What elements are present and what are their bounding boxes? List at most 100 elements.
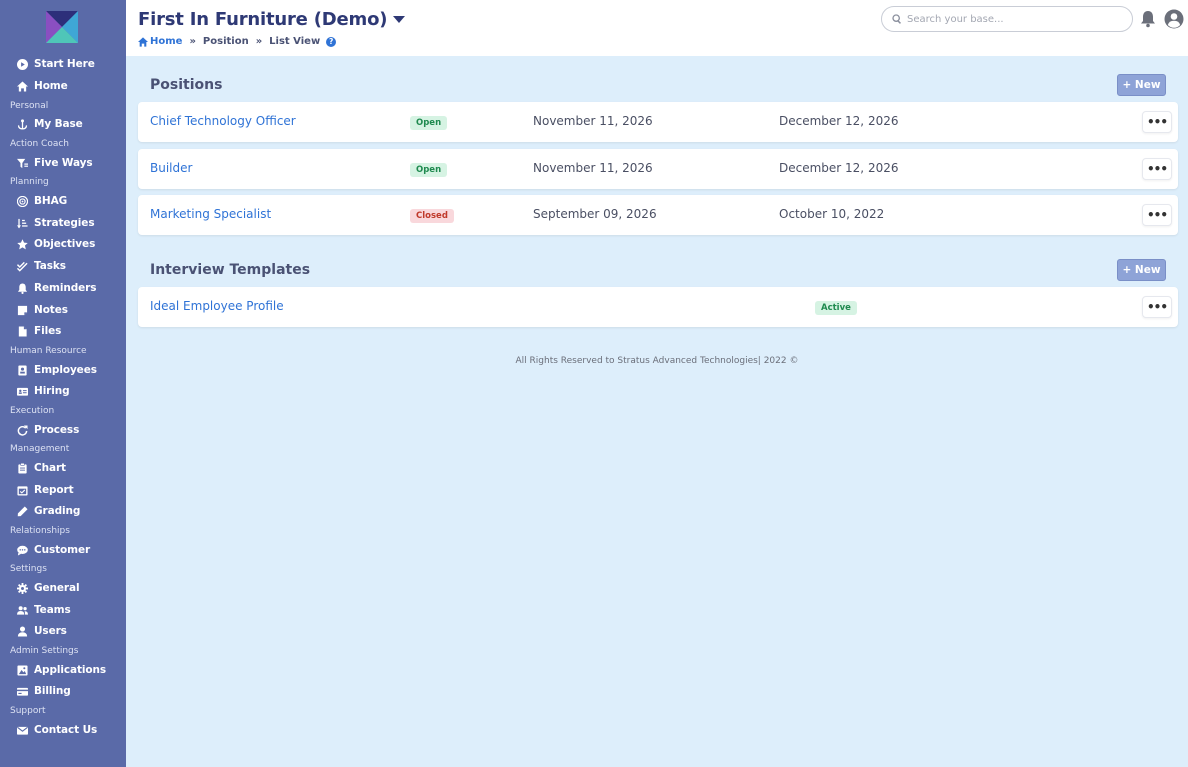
sidebar-item-five-ways[interactable]: Five Ways xyxy=(16,153,93,173)
caret-down-icon[interactable] xyxy=(393,16,406,23)
status-badge: Open xyxy=(410,163,448,177)
sidebar-item-report[interactable]: Report xyxy=(16,480,74,500)
start-date: November 11, 2026 xyxy=(533,114,653,128)
sidebar-item-label: Notes xyxy=(34,304,68,316)
sidebar-item-tasks[interactable]: Tasks xyxy=(16,256,66,276)
status-badge: Closed xyxy=(410,209,454,223)
footer-copyright: All Rights Reserved to Stratus Advanced … xyxy=(515,356,799,366)
sidebar-item-strategies[interactable]: Strategies xyxy=(16,213,95,233)
credit-card-icon xyxy=(16,685,28,697)
new-position-button[interactable]: + New xyxy=(1117,74,1166,96)
sidebar-item-label: Hiring xyxy=(34,385,70,397)
sidebar-section-management: Management xyxy=(10,444,70,454)
search-box[interactable] xyxy=(881,6,1133,32)
comment-dots-icon xyxy=(16,544,28,556)
anchor-icon xyxy=(16,118,28,130)
sidebar-section-relationships: Relationships xyxy=(10,526,70,536)
sidebar-item-label: Users xyxy=(34,625,67,637)
app-logo[interactable] xyxy=(46,11,78,43)
sidebar-item-start-here[interactable]: Start Here xyxy=(16,54,95,74)
sidebar-item-process[interactable]: Process xyxy=(16,420,79,440)
sidebar-item-label: Strategies xyxy=(34,217,95,229)
sidebar-item-employees[interactable]: Employees xyxy=(16,360,97,380)
sidebar-item-chart[interactable]: Chart xyxy=(16,458,66,478)
position-row: Chief Technology Officer Open November 1… xyxy=(138,102,1178,142)
sidebar-item-general[interactable]: General xyxy=(16,578,80,598)
breadcrumb-home-label: Home xyxy=(150,36,183,47)
breadcrumb-list-view: List View xyxy=(269,36,321,47)
sidebar-item-applications[interactable]: Applications xyxy=(16,660,106,680)
position-row: Builder Open November 11, 2026 December … xyxy=(138,149,1178,189)
star-icon xyxy=(16,238,28,250)
sidebar-item-label: Reminders xyxy=(34,282,97,294)
sidebar-item-label: BHAG xyxy=(34,195,68,207)
sort-icon xyxy=(16,217,28,229)
sidebar-item-files[interactable]: Files xyxy=(16,321,61,341)
file-icon xyxy=(16,325,28,337)
target-icon xyxy=(16,195,28,207)
sidebar-item-users[interactable]: Users xyxy=(16,621,67,641)
sidebar-item-customer[interactable]: Customer xyxy=(16,540,90,560)
clipboard-list-icon xyxy=(16,462,28,474)
sidebar-item-notes[interactable]: Notes xyxy=(16,300,68,320)
sidebar-section-personal: Personal xyxy=(10,101,49,111)
start-date: November 11, 2026 xyxy=(533,161,653,175)
sidebar-item-label: Home xyxy=(34,80,68,92)
sidebar-item-label: Employees xyxy=(34,364,97,376)
sidebar-section-execution: Execution xyxy=(10,406,55,416)
top-header: First In Furniture (Demo) Home » Positio… xyxy=(126,0,1188,56)
sidebar-item-hiring[interactable]: Hiring xyxy=(16,381,70,401)
template-title-link[interactable]: Ideal Employee Profile xyxy=(150,299,284,313)
sidebar-item-label: Tasks xyxy=(34,260,66,272)
search-icon xyxy=(892,14,902,24)
more-options-button[interactable]: ••• xyxy=(1142,296,1172,318)
position-title-link[interactable]: Chief Technology Officer xyxy=(150,114,296,128)
calendar-check-icon xyxy=(16,484,28,496)
notifications-bell-icon[interactable] xyxy=(1139,10,1157,28)
image-icon xyxy=(16,664,28,676)
sidebar-item-home[interactable]: Home xyxy=(16,76,68,96)
search-input[interactable] xyxy=(907,13,1117,25)
end-date: December 12, 2026 xyxy=(779,114,899,128)
sidebar-item-label: Start Here xyxy=(34,58,95,70)
sidebar-item-label: Objectives xyxy=(34,238,96,250)
breadcrumb: Home » Position » List View ? xyxy=(138,36,337,47)
more-options-button[interactable]: ••• xyxy=(1142,111,1172,133)
sidebar-item-label: My Base xyxy=(34,118,83,130)
end-date: December 12, 2026 xyxy=(779,161,899,175)
play-circle-icon xyxy=(16,58,28,70)
sidebar-section-planning: Planning xyxy=(10,177,49,187)
more-options-button[interactable]: ••• xyxy=(1142,204,1172,226)
breadcrumb-separator: » xyxy=(189,36,196,47)
sidebar-item-label: Grading xyxy=(34,505,81,517)
sidebar-item-label: Billing xyxy=(34,685,71,697)
status-badge: Open xyxy=(410,116,448,130)
help-icon[interactable]: ? xyxy=(326,36,337,47)
company-selector[interactable]: First In Furniture (Demo) xyxy=(138,9,406,30)
redo-icon xyxy=(16,424,28,436)
more-options-button[interactable]: ••• xyxy=(1142,158,1172,180)
breadcrumb-home-link[interactable]: Home xyxy=(138,36,182,47)
sticky-note-icon xyxy=(16,304,28,316)
pen-icon xyxy=(16,505,28,517)
envelope-icon xyxy=(16,724,28,736)
check-double-icon xyxy=(16,260,28,272)
sidebar-item-my-base[interactable]: My Base xyxy=(16,114,83,134)
home-icon xyxy=(16,80,28,92)
sidebar-item-teams[interactable]: Teams xyxy=(16,600,71,620)
breadcrumb-position[interactable]: Position xyxy=(203,36,249,47)
sidebar-item-objectives[interactable]: Objectives xyxy=(16,234,95,254)
position-title-link[interactable]: Builder xyxy=(150,161,192,175)
user-avatar-icon[interactable] xyxy=(1164,9,1184,29)
position-title-link[interactable]: Marketing Specialist xyxy=(150,207,271,221)
sidebar-item-grading[interactable]: Grading xyxy=(16,501,80,521)
home-icon xyxy=(138,36,148,47)
sidebar-item-contact-us[interactable]: Contact Us xyxy=(16,720,97,740)
filter-icon xyxy=(16,157,28,169)
start-date: September 09, 2026 xyxy=(533,207,657,221)
sidebar-item-label: Chart xyxy=(34,462,66,474)
sidebar-item-reminders[interactable]: Reminders xyxy=(16,278,96,298)
new-template-button[interactable]: + New xyxy=(1117,259,1166,281)
sidebar-item-billing[interactable]: Billing xyxy=(16,681,71,701)
sidebar-item-bhag[interactable]: BHAG xyxy=(16,191,67,211)
